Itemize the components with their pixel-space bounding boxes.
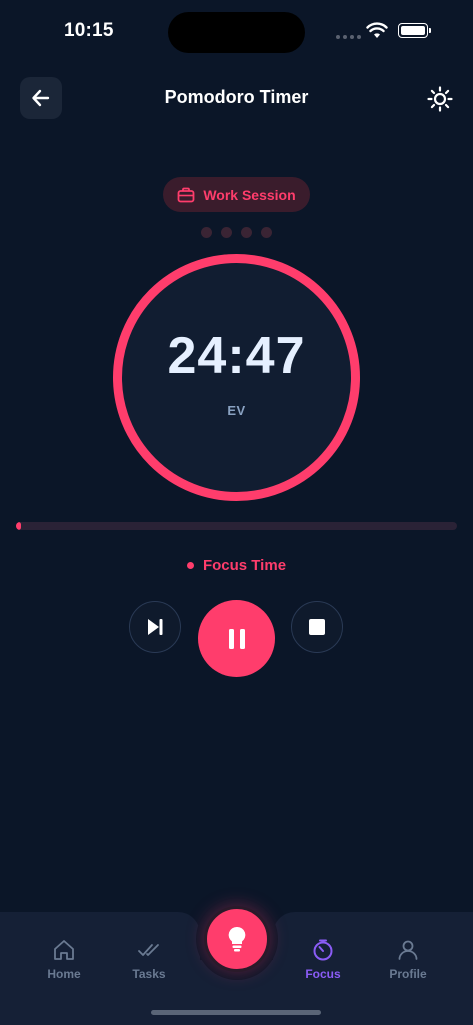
home-indicator	[151, 1010, 321, 1015]
tab-tasks[interactable]: Tasks	[109, 938, 189, 981]
mode-label: Focus Time	[202, 557, 287, 574]
mode-indicator: Focus Time	[0, 557, 473, 574]
tab-focus[interactable]: Focus	[283, 938, 363, 981]
home-icon	[54, 940, 74, 960]
session-progress-fill	[16, 522, 22, 530]
briefcase-icon	[177, 187, 195, 202]
session-progress-bar	[16, 522, 457, 530]
session-dot	[201, 227, 212, 238]
lightbulb-icon	[228, 926, 246, 952]
ideas-fab-button[interactable]	[204, 906, 270, 972]
skip-button[interactable]	[129, 601, 181, 653]
stop-icon	[309, 619, 325, 635]
check-double-icon	[138, 944, 159, 956]
session-progress-dots	[201, 227, 272, 238]
skip-forward-icon	[148, 619, 163, 635]
stop-button[interactable]	[291, 601, 343, 653]
pause-icon	[228, 628, 245, 649]
theme-toggle-button[interactable]	[424, 83, 456, 115]
session-dot	[261, 227, 272, 238]
cellular-signal-icon	[336, 35, 361, 39]
session-type-badge: Work Session	[163, 177, 310, 212]
timer-display: 24:47	[167, 327, 306, 385]
status-time: 10:15	[64, 20, 114, 41]
battery-icon	[398, 23, 431, 38]
pause-button[interactable]	[198, 600, 275, 677]
sun-icon	[427, 86, 453, 112]
session-type-label: Work Session	[203, 186, 296, 203]
page-title: Pomodoro Timer	[164, 87, 309, 107]
timer-icon	[313, 939, 333, 961]
tab-label-home: Home	[47, 967, 81, 981]
wifi-icon	[366, 22, 388, 44]
tab-label-focus: Focus	[305, 967, 341, 981]
timer-sub-label: EV	[227, 403, 246, 418]
user-icon	[398, 940, 418, 960]
dynamic-island	[168, 12, 305, 53]
session-dot	[221, 227, 232, 238]
tab-label-profile: Profile	[389, 967, 427, 981]
mode-dot	[186, 562, 194, 569]
tab-profile[interactable]: Profile	[368, 938, 448, 981]
tab-home[interactable]: Home	[24, 938, 104, 981]
tab-label-tasks: Tasks	[132, 967, 166, 981]
session-dot	[241, 227, 252, 238]
